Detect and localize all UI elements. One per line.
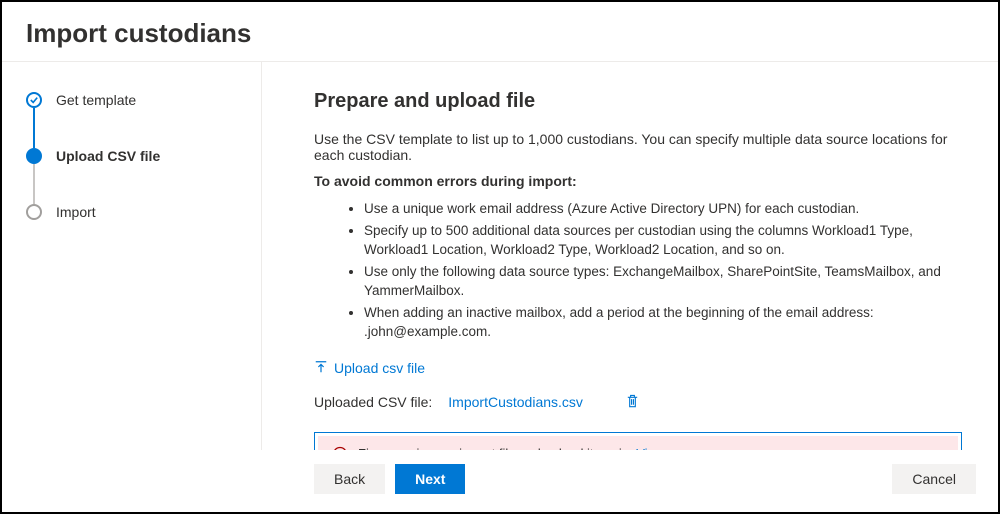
wizard-stepper: Get template Upload CSV file Import xyxy=(2,62,262,510)
list-item: When adding an inactive mailbox, add a p… xyxy=(364,303,962,342)
back-button[interactable]: Back xyxy=(314,464,385,494)
step-label: Import xyxy=(56,204,96,220)
step-upload-csv[interactable]: Upload CSV file xyxy=(26,148,241,204)
title-bar: Import custodians xyxy=(2,2,998,62)
tips-list: Use a unique work email address (Azure A… xyxy=(364,199,962,342)
step-connector xyxy=(33,108,35,148)
delete-file-button[interactable] xyxy=(625,393,640,412)
step-label: Get template xyxy=(56,92,136,108)
upload-link-label: Upload csv file xyxy=(334,360,425,376)
next-button[interactable]: Next xyxy=(395,464,465,494)
list-item: Use only the following data source types… xyxy=(364,262,962,301)
panel-heading: Prepare and upload file xyxy=(314,90,962,113)
uploaded-file-name[interactable]: ImportCustodians.csv xyxy=(448,394,583,410)
list-item: Use a unique work email address (Azure A… xyxy=(364,199,962,219)
upload-csv-link[interactable]: Upload csv file xyxy=(314,360,425,377)
cancel-button[interactable]: Cancel xyxy=(892,464,976,494)
wizard-footer: Back Next Cancel xyxy=(2,450,998,512)
trash-icon xyxy=(625,393,640,412)
future-step-icon xyxy=(26,204,42,220)
uploaded-file-row: Uploaded CSV file: ImportCustodians.csv xyxy=(314,393,962,412)
list-item: Specify up to 500 additional data source… xyxy=(364,221,962,260)
step-connector xyxy=(33,164,35,204)
step-get-template[interactable]: Get template xyxy=(26,92,241,148)
page-title: Import custodians xyxy=(26,18,974,49)
panel-subheading: To avoid common errors during import: xyxy=(314,173,962,189)
upload-icon xyxy=(314,360,328,377)
step-label: Upload CSV file xyxy=(56,148,160,164)
step-import[interactable]: Import xyxy=(26,204,241,220)
uploaded-file-label: Uploaded CSV file: xyxy=(314,394,432,410)
current-step-icon xyxy=(26,148,42,164)
panel-description: Use the CSV template to list up to 1,000… xyxy=(314,131,962,163)
check-icon xyxy=(26,92,42,108)
main-panel: Prepare and upload file Use the CSV temp… xyxy=(262,62,998,510)
